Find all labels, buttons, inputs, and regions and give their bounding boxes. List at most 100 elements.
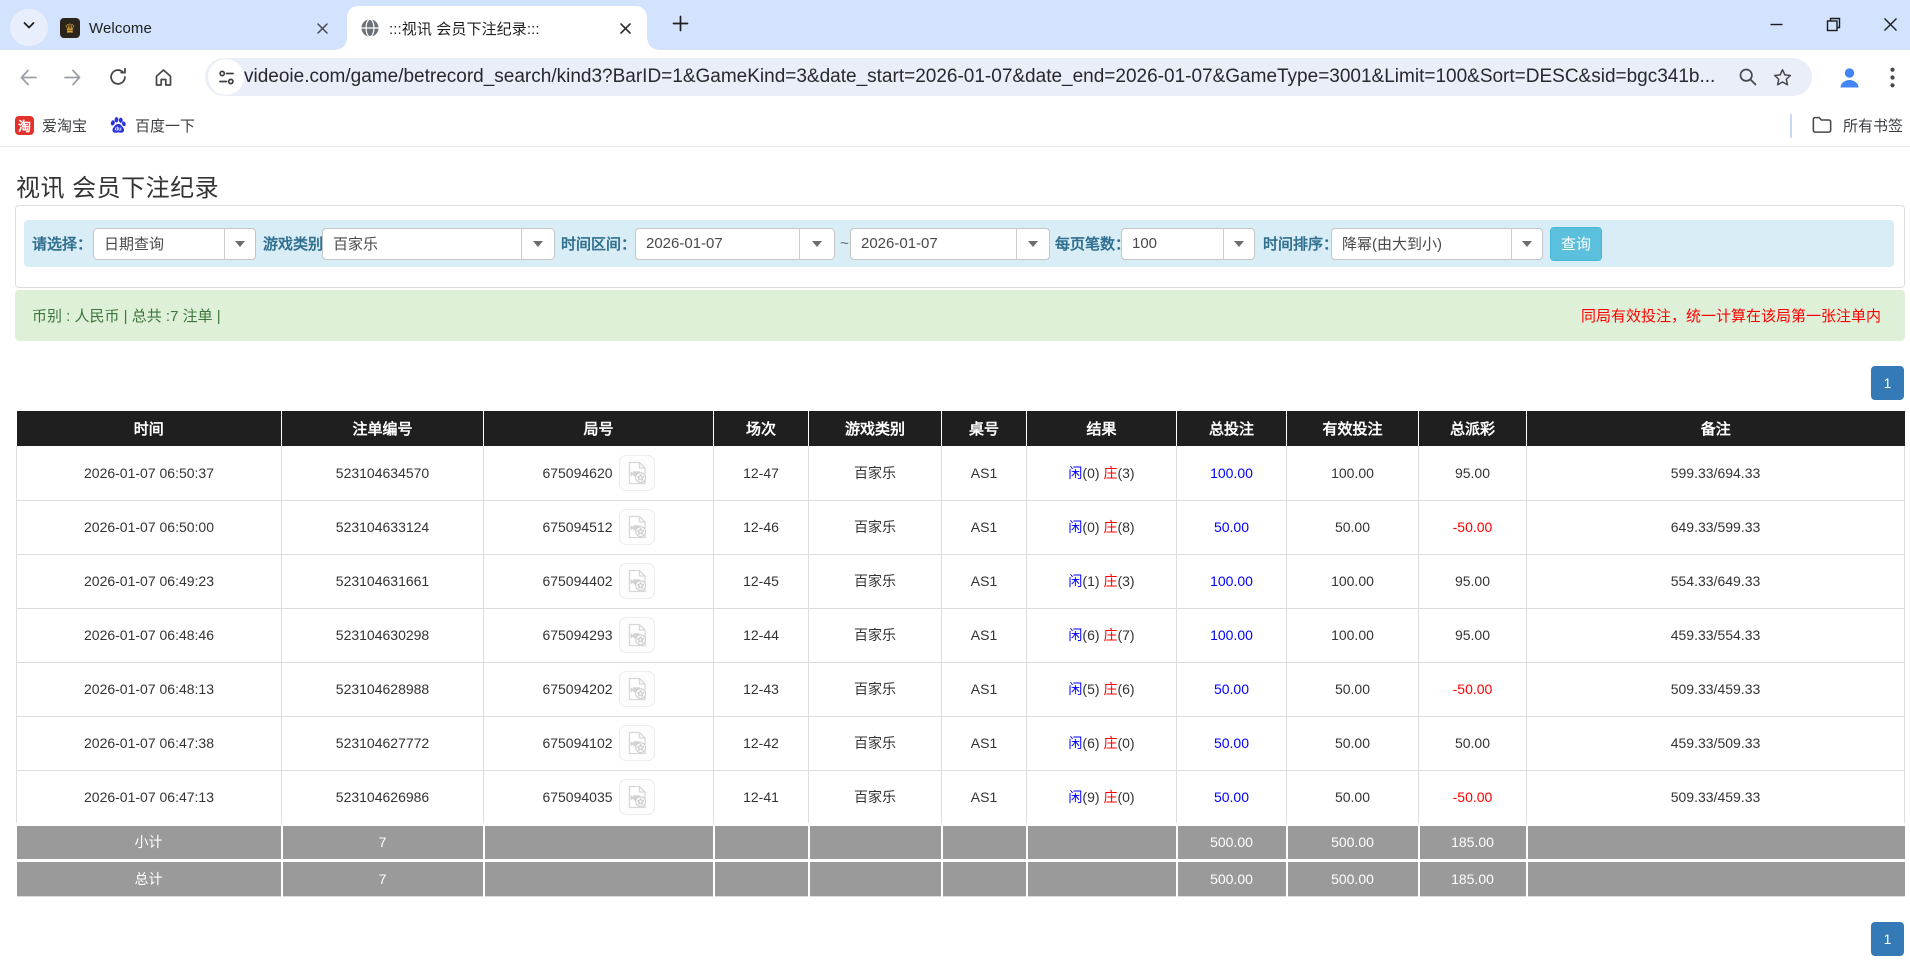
cell-table-no: AS1 <box>941 770 1027 825</box>
cell-result: 闲(1) 庄(3) <box>1026 554 1177 609</box>
cell-total-bet[interactable]: 50.00 <box>1176 662 1287 717</box>
header-game-type: 游戏类别 <box>808 411 942 446</box>
url-text[interactable]: videoie.com/game/betrecord_search/kind3?… <box>244 66 1731 88</box>
cell-table-no: AS1 <box>941 608 1027 663</box>
cell-total-bet[interactable]: 100.00 <box>1176 554 1287 609</box>
total-payout: 185.00 <box>1418 858 1528 897</box>
tab-search-button[interactable] <box>10 9 48 46</box>
player-result-score: (6) <box>1082 627 1100 643</box>
tab-welcome[interactable]: ♛ Welcome <box>48 6 344 50</box>
query-button[interactable]: 查询 <box>1550 226 1603 261</box>
window-close-button[interactable] <box>1862 0 1910 48</box>
cell-session: 12-42 <box>713 716 809 771</box>
banker-result-score: (8) <box>1117 519 1135 535</box>
cell-session: 12-43 <box>713 662 809 717</box>
bookmark-star-button[interactable] <box>1765 60 1799 94</box>
cell-total-bet[interactable]: 50.00 <box>1176 770 1287 825</box>
forward-button[interactable] <box>50 55 94 99</box>
date-end-dropdown-button[interactable] <box>1016 228 1049 259</box>
video-replay-button[interactable] <box>618 509 655 545</box>
bookmark-baidu[interactable]: du 百度一下 <box>109 109 195 141</box>
cell-game-type: 百家乐 <box>808 716 942 771</box>
header-payout: 总派彩 <box>1418 411 1527 446</box>
cell-total-bet[interactable]: 100.00 <box>1176 608 1287 663</box>
home-button[interactable] <box>141 55 185 99</box>
video-replay-button[interactable] <box>618 778 655 815</box>
round-cell: 675094202 <box>542 671 655 707</box>
video-replay-button[interactable] <box>618 454 655 491</box>
subtotal-valid-bet: 500.00 <box>1286 822 1420 860</box>
cell-table-no: AS1 <box>941 662 1027 717</box>
cell-payout: 50.00 <box>1418 716 1527 771</box>
select-type-input[interactable] <box>94 228 224 259</box>
cell-session: 12-45 <box>713 554 809 609</box>
new-tab-button[interactable] <box>662 8 698 44</box>
summary-empty-cell <box>808 858 943 897</box>
subtotal-payout: 185.00 <box>1418 822 1528 860</box>
banker-result-score: (6) <box>1117 681 1135 697</box>
video-replay-button[interactable] <box>618 617 655 653</box>
site-settings-button[interactable] <box>208 59 244 95</box>
omnibox[interactable]: videoie.com/game/betrecord_search/kind3?… <box>205 58 1812 96</box>
subtotal-row: 小计 7 500.00 500.00 185.00 <box>16 822 1905 860</box>
date-start-combobox <box>635 227 835 260</box>
banker-result-score: (0) <box>1117 788 1135 805</box>
round-cell: 675094293 <box>542 617 655 653</box>
game-type-input[interactable] <box>323 228 521 259</box>
per-page-input[interactable] <box>1122 228 1223 259</box>
per-page-dropdown-button[interactable] <box>1223 228 1254 259</box>
tab-betrecord[interactable]: :::视讯 会员下注纪录::: <box>336 6 658 50</box>
browser-toolbar: videoie.com/game/betrecord_search/kind3?… <box>0 50 1910 104</box>
date-start-input[interactable] <box>636 228 799 259</box>
pagination-page-1-bottom[interactable]: 1 <box>1871 922 1904 956</box>
video-file-icon <box>628 569 646 593</box>
window-restore-button[interactable] <box>1805 0 1862 48</box>
caret-down-icon <box>812 240 822 247</box>
window-controls <box>1748 0 1910 48</box>
bet-records-table: 时间 注单编号 局号 场次 游戏类别 桌号 结果 总投注 有效投注 总派彩 备注… <box>16 411 1905 897</box>
banker-result-score: (0) <box>1117 735 1135 751</box>
back-button[interactable] <box>6 55 50 99</box>
cell-game-type: 百家乐 <box>808 554 942 609</box>
zoom-indicator-button[interactable] <box>1731 60 1765 94</box>
bookmark-taobao[interactable]: 淘 爱淘宝 <box>15 109 87 141</box>
game-type-dropdown-button[interactable] <box>521 228 554 259</box>
cell-round-id: 675094402 <box>483 554 714 609</box>
avatar-icon <box>1840 67 1858 87</box>
video-replay-button[interactable] <box>618 563 655 599</box>
window-minimize-button[interactable] <box>1748 0 1805 48</box>
profile-avatar-button[interactable] <box>1831 59 1867 95</box>
cell-game-type: 百家乐 <box>808 500 942 555</box>
header-valid-bet: 有效投注 <box>1286 411 1419 446</box>
select-type-dropdown-button[interactable] <box>224 228 255 259</box>
cell-total-bet[interactable]: 100.00 <box>1176 446 1287 501</box>
time-sort-dropdown-button[interactable] <box>1511 228 1542 259</box>
cell-total-bet[interactable]: 50.00 <box>1176 500 1287 555</box>
reload-button[interactable] <box>96 55 140 99</box>
bookmarks-divider <box>1790 114 1792 138</box>
browser-menu-button[interactable] <box>1876 59 1908 95</box>
tab-close-icon[interactable] <box>613 16 637 40</box>
cell-game-type: 百家乐 <box>808 662 942 717</box>
cell-total-bet[interactable]: 50.00 <box>1176 716 1287 771</box>
video-replay-button[interactable] <box>618 725 655 761</box>
pagination-page-1-top[interactable]: 1 <box>1871 366 1904 400</box>
all-bookmarks-button[interactable]: 所有书签 <box>1812 109 1903 141</box>
video-replay-button[interactable] <box>618 671 655 707</box>
welcome-favicon-icon: ♛ <box>60 18 80 38</box>
video-file-icon <box>628 461 646 484</box>
time-sort-input[interactable] <box>1332 228 1511 259</box>
cell-bet-id: 523104627772 <box>281 716 484 771</box>
cell-valid-bet: 50.00 <box>1286 716 1419 771</box>
caret-down-icon <box>1522 240 1532 247</box>
date-start-dropdown-button[interactable] <box>799 228 834 259</box>
summary-empty-cell <box>941 822 1028 860</box>
tab-close-icon[interactable] <box>310 16 334 40</box>
cell-payout: -50.00 <box>1418 500 1527 555</box>
table-header-row: 时间 注单编号 局号 场次 游戏类别 桌号 结果 总投注 有效投注 总派彩 备注 <box>16 411 1905 446</box>
banker-result-label: 庄 <box>1103 464 1118 481</box>
date-end-input[interactable] <box>851 228 1016 259</box>
caret-down-icon <box>533 240 543 247</box>
cell-round-id: 675094102 <box>483 716 714 771</box>
cell-valid-bet: 50.00 <box>1286 500 1419 555</box>
